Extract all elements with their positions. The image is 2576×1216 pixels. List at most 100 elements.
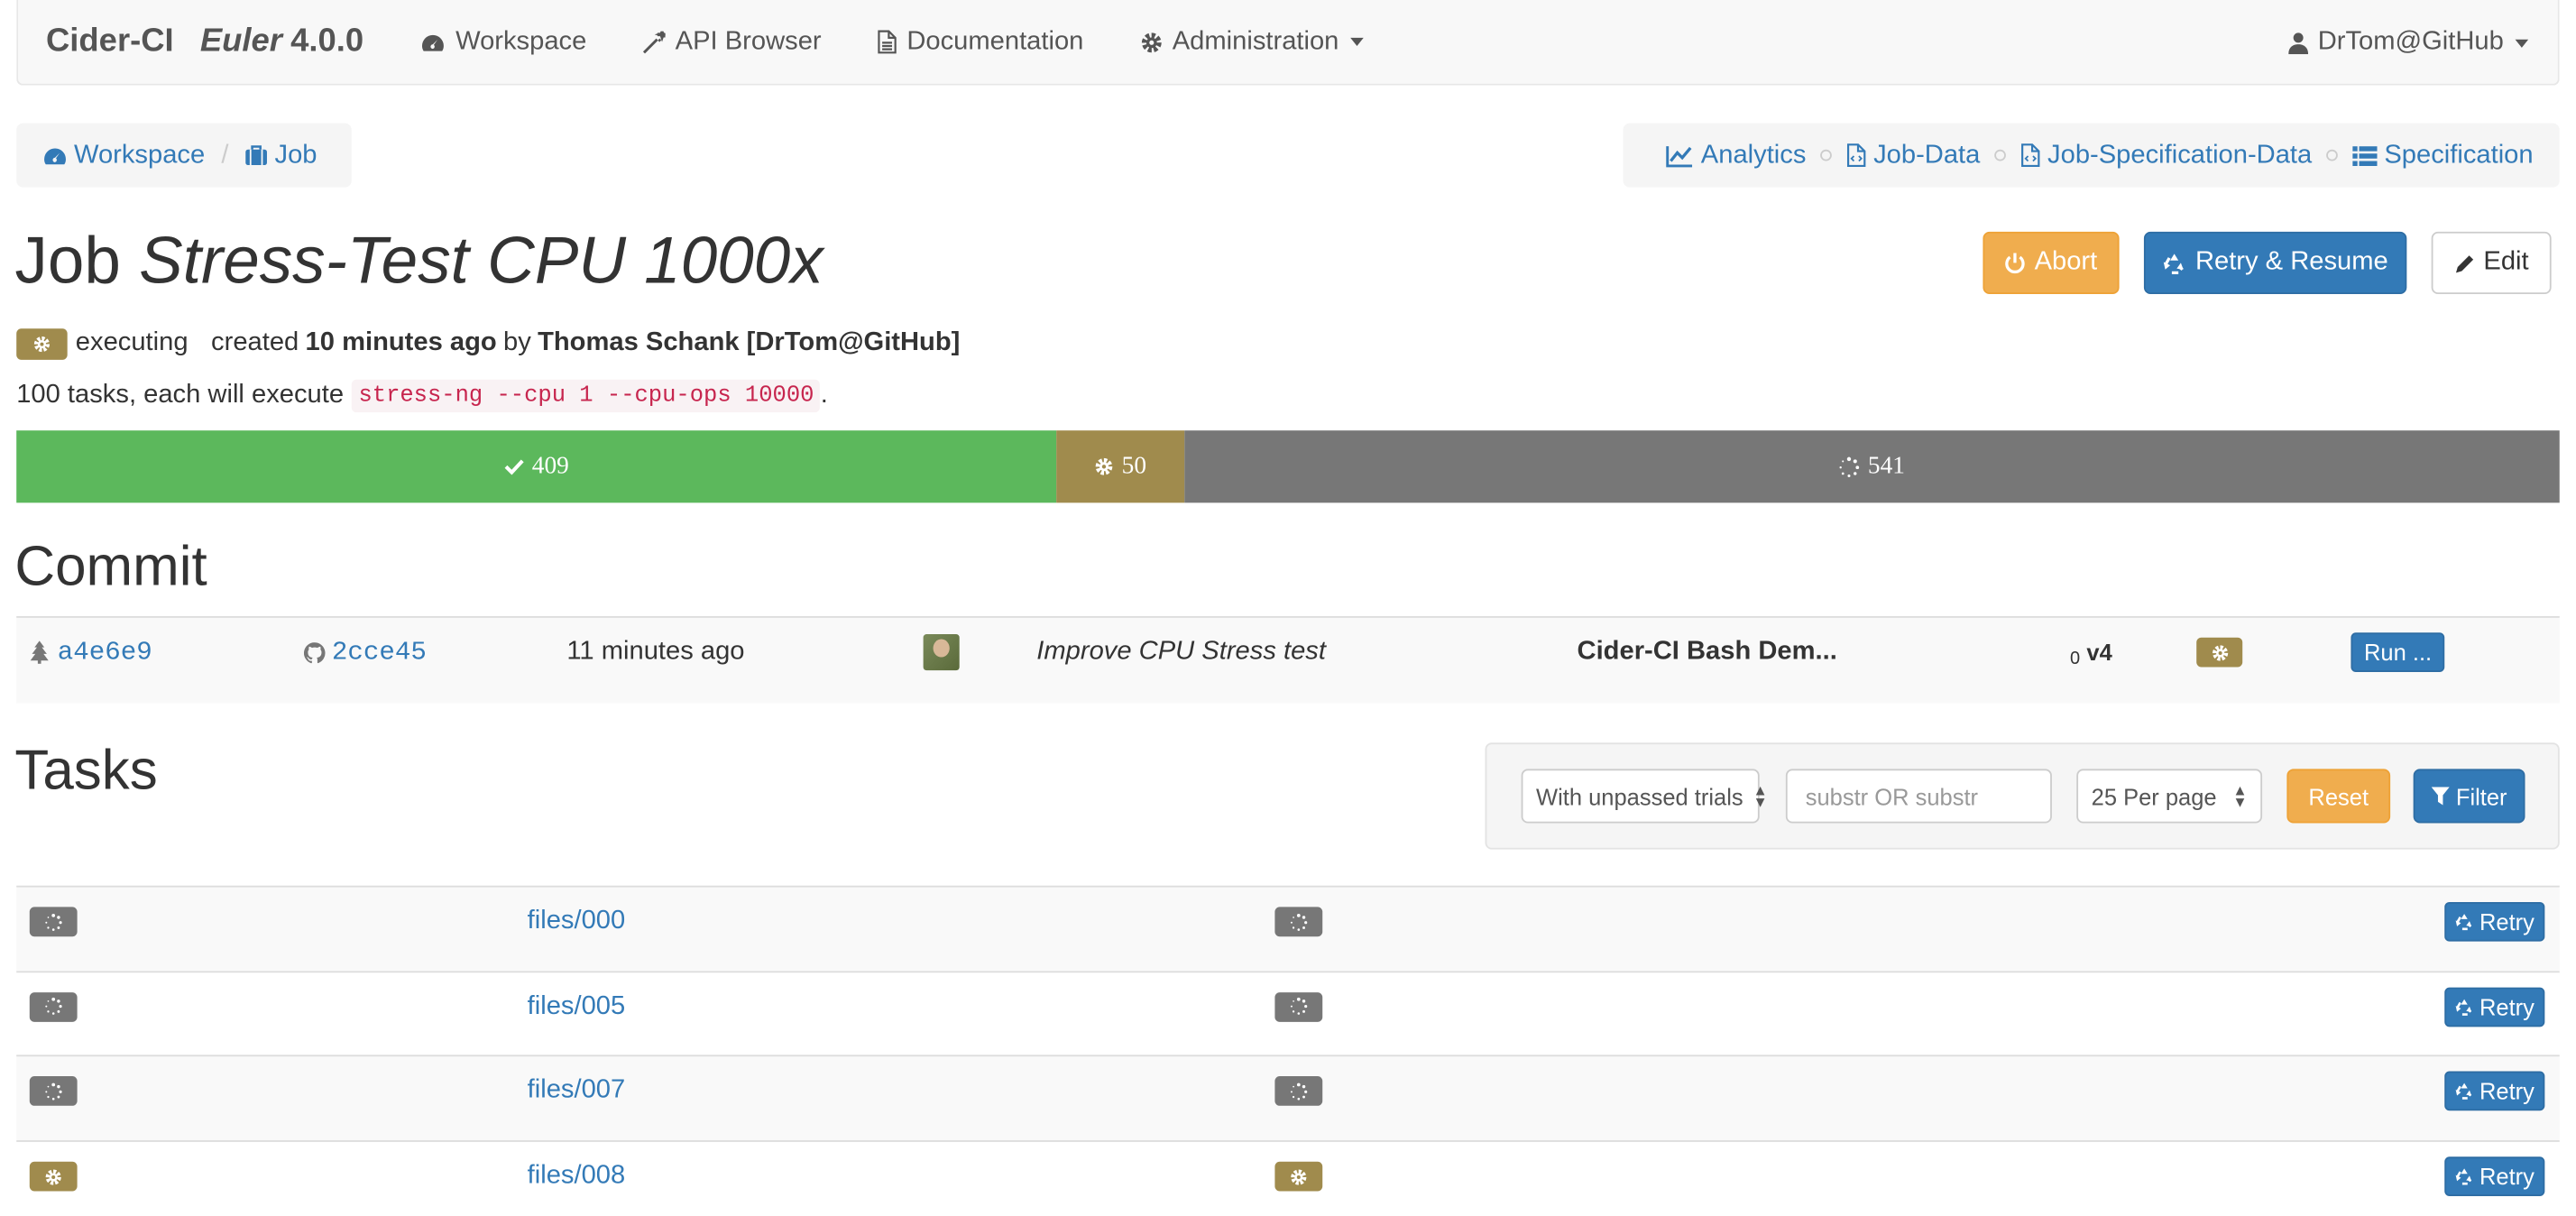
navbar: Cider-CI Euler 4.0.0 Workspace API Brows… <box>16 0 2560 86</box>
retry-button[interactable]: Retry <box>2444 987 2545 1027</box>
run-button[interactable]: Run ... <box>2351 632 2445 672</box>
breadcrumb-workspace-label: Workspace <box>73 140 206 169</box>
task-name-link[interactable]: files/005 <box>528 972 626 1041</box>
recycle-icon <box>2164 253 2185 274</box>
search-input[interactable]: substr OR substr <box>1785 769 2052 824</box>
author: Thomas Schank [DrTom@GitHub] <box>538 328 961 357</box>
progress-pending[interactable]: 541 <box>1183 430 2560 503</box>
link-job-data[interactable]: Job-Data <box>1847 141 1980 170</box>
edit-button[interactable]: Edit <box>2431 231 2552 295</box>
retry-label: Retry <box>2479 1163 2535 1190</box>
created-prefix: created <box>211 328 299 357</box>
trial-state-badge <box>1274 1161 1323 1192</box>
task-name-link[interactable]: files/007 <box>528 1057 626 1126</box>
spinner-icon <box>1290 913 1308 930</box>
spinner-icon <box>45 998 62 1016</box>
commit-id-link[interactable]: 2cce45 <box>303 618 427 686</box>
link-specification-label: Specification <box>2384 140 2534 169</box>
list-icon <box>2352 145 2378 166</box>
funnel-icon <box>2431 787 2450 806</box>
breadcrumb-job[interactable]: Job <box>245 141 317 170</box>
user-menu[interactable]: DrTom@GitHub <box>2287 0 2529 86</box>
retry-button[interactable]: Retry <box>2444 1156 2545 1197</box>
trial-state-badge <box>1274 1076 1323 1107</box>
commit-time: 11 minutes ago <box>566 637 745 666</box>
retry-button[interactable]: Retry <box>2444 1072 2545 1111</box>
branch-count: 0 <box>2069 649 2081 669</box>
nav-api-browser-label: API Browser <box>675 27 822 56</box>
nav-workspace-label: Workspace <box>455 27 587 56</box>
task-state-badge <box>29 991 78 1022</box>
description-suffix: . <box>820 381 828 410</box>
link-specification[interactable]: Specification <box>2352 140 2534 170</box>
retry-label: Retry <box>2479 1078 2535 1105</box>
table-row: files/008 Retry <box>16 1140 2560 1216</box>
spinner-icon <box>1290 998 1308 1016</box>
by-text: by <box>503 328 531 357</box>
link-job-specification-data[interactable]: Job-Specification-Data <box>2021 141 2312 170</box>
link-job-specification-data-label: Job-Specification-Data <box>2047 140 2313 169</box>
tree-id: a4e6e9 <box>57 637 152 668</box>
description-prefix: 100 tasks, each will execute <box>16 381 345 410</box>
tree-icon <box>30 640 49 664</box>
commit-row: a4e6e9 2cce45 11 minutes ago Improve CPU… <box>16 616 2560 704</box>
task-name-link[interactable]: files/000 <box>528 888 626 956</box>
page-title: Job Stress-Test CPU 1000x <box>14 226 823 299</box>
magic-wand-icon <box>643 30 666 53</box>
link-job-data-label: Job-Data <box>1873 140 1981 169</box>
progress-executing[interactable]: 50 <box>1056 430 1184 503</box>
commit-status-badge <box>2196 637 2243 668</box>
nav-documentation[interactable]: Documentation <box>878 27 1083 57</box>
per-page-select[interactable]: 25 Per page ▲ ▼ <box>2076 769 2263 824</box>
gear-icon <box>33 336 51 352</box>
title-prefix: Job <box>14 225 121 298</box>
recycle-icon <box>2456 1083 2472 1101</box>
job-name: Stress-Test CPU 1000x <box>139 225 823 298</box>
link-analytics[interactable]: Analytics <box>1666 141 1806 170</box>
tree-id-link[interactable]: a4e6e9 <box>30 618 152 686</box>
retry-label: Retry <box>2479 908 2535 935</box>
table-row: files/000 Retry <box>16 885 2560 972</box>
nav-administration-label: Administration <box>1172 27 1339 56</box>
reset-button[interactable]: Reset <box>2286 769 2391 824</box>
brand-title: Cider-CI <box>45 23 174 60</box>
user-name: DrTom@GitHub <box>2317 27 2504 56</box>
breadcrumb-workspace[interactable]: Workspace <box>42 141 205 170</box>
retry-resume-button[interactable]: Retry & Resume <box>2143 231 2407 295</box>
task-name-link[interactable]: files/008 <box>528 1142 626 1211</box>
nav-api-browser[interactable]: API Browser <box>642 27 822 57</box>
job-progress-bar: 409 50 541 <box>16 430 2560 503</box>
nav-administration[interactable]: Administration <box>1139 27 1364 57</box>
recycle-icon <box>2456 999 2472 1016</box>
retry-resume-label: Retry & Resume <box>2194 248 2388 276</box>
code-file-icon <box>1847 143 1867 168</box>
line-chart-icon <box>1666 145 1693 167</box>
abort-label: Abort <box>2034 248 2098 276</box>
user-icon <box>2287 32 2308 55</box>
breadcrumb: Workspace / Job <box>16 123 352 188</box>
repository-name[interactable]: Cider-CI Bash Dem... <box>1578 618 1837 686</box>
brand[interactable]: Cider-CI Euler 4.0.0 <box>18 23 363 60</box>
recycle-icon <box>2456 1168 2472 1185</box>
progress-passed[interactable]: 409 <box>16 430 1057 503</box>
breadcrumb-separator: / <box>221 140 229 169</box>
filter-label: Filter <box>2455 782 2507 810</box>
nav-workspace[interactable]: Workspace <box>421 27 586 57</box>
branch-info[interactable]: 0 v4 <box>2070 618 2112 686</box>
filter-button[interactable]: Filter <box>2413 769 2525 824</box>
retry-label: Retry <box>2479 993 2535 1020</box>
select-arrows-icon: ▲ ▼ <box>2232 781 2248 810</box>
github-icon <box>303 641 326 663</box>
commit-heading: Commit <box>14 535 207 598</box>
state-filter-select[interactable]: With unpassed trials ▲ ▼ <box>1521 769 1768 824</box>
retry-button[interactable]: Retry <box>2444 901 2545 942</box>
commit-id: 2cce45 <box>331 637 427 668</box>
progress-passed-count: 409 <box>531 452 569 479</box>
job-state: executing <box>75 328 189 357</box>
chevron-down-icon <box>2515 38 2529 47</box>
spinner-icon <box>45 1082 62 1101</box>
progress-executing-count: 50 <box>1121 452 1146 479</box>
abort-button[interactable]: Abort <box>1983 231 2120 295</box>
spinner-icon <box>1839 456 1860 477</box>
document-icon <box>878 30 897 54</box>
